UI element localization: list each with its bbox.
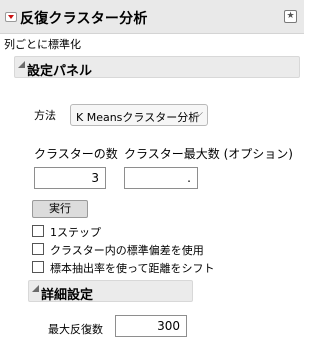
max-iterations-input[interactable]: 300 [115, 315, 187, 337]
shift-distance-label: 標本抽出率を使って距離をシフト [50, 262, 215, 275]
report-title: 反復クラスター分析 [20, 11, 148, 27]
max-clusters-input[interactable]: . [124, 167, 198, 189]
standardize-note: 列ごとに標準化 [4, 38, 81, 51]
max-iterations-label: 最大反復数 [48, 323, 103, 336]
method-dropdown[interactable]: K Meansクラスター分析 ⌵ [70, 104, 208, 126]
max-iterations-value: 300 [157, 319, 180, 333]
advanced-settings-title: 詳細設定 [41, 288, 94, 303]
settings-panel-title: 設定パネル [27, 64, 93, 79]
method-dropdown-value: K Meansクラスター分析 [76, 111, 200, 124]
cluster-count-label: クラスターの数 [34, 147, 118, 161]
title-bar: 反復クラスター分析 ★ [0, 0, 304, 34]
red-triangle-menu-icon[interactable] [5, 12, 17, 22]
cluster-count-input[interactable]: 3 [34, 167, 106, 189]
run-button[interactable]: 実行 [32, 200, 88, 218]
collapse-toggle-icon[interactable] [18, 61, 25, 68]
max-clusters-value: . [187, 171, 191, 185]
one-step-checkbox[interactable] [32, 225, 44, 237]
shift-distance-checkbox[interactable] [32, 261, 44, 273]
method-label: 方法 [34, 109, 56, 122]
max-clusters-label: クラスター最大数 (オプション) [124, 147, 293, 161]
one-step-label: 1ステップ [50, 226, 101, 239]
chevron-down-icon: ⌵ [195, 108, 203, 119]
within-cluster-std-checkbox[interactable] [32, 243, 44, 255]
advanced-settings-header[interactable]: 詳細設定 [28, 280, 193, 303]
star-icon[interactable]: ★ [284, 10, 297, 23]
settings-panel-header[interactable]: 設定パネル [14, 56, 300, 79]
cluster-count-value: 3 [91, 171, 99, 185]
collapse-toggle-icon[interactable] [32, 285, 39, 292]
within-cluster-std-label: クラスター内の標準偏差を使用 [50, 244, 204, 257]
